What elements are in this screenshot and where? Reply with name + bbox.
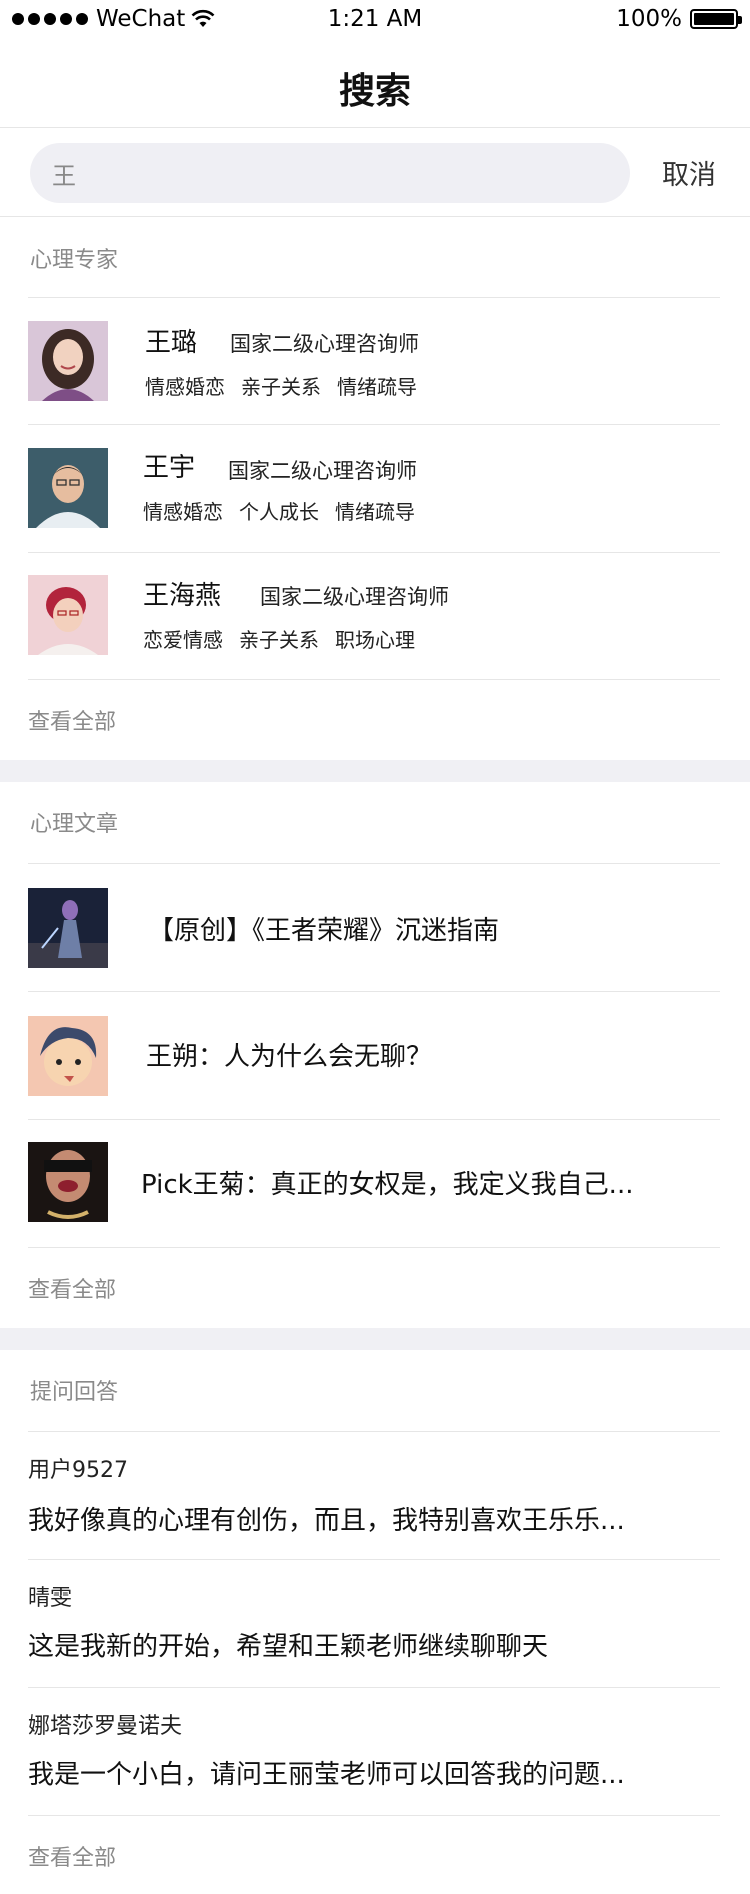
- qa-user: 娜塔莎罗曼诺夫: [28, 1714, 183, 1739]
- battery-group: 100%: [616, 6, 742, 32]
- see-all-experts-link[interactable]: 查看全部: [28, 704, 116, 736]
- see-all-articles-link[interactable]: 查看全部: [28, 1272, 116, 1304]
- divider: [28, 1247, 720, 1248]
- cancel-button[interactable]: 取消: [662, 153, 716, 192]
- qa-item[interactable]: 娜塔莎罗曼诺夫 我是一个小白，请问王丽莹老师可以回答我的问题...: [0, 1688, 750, 1815]
- expert-name: 王海燕: [143, 581, 222, 611]
- expert-title: 国家二级心理咨询师: [228, 459, 417, 483]
- section-title-articles: 心理文章: [30, 812, 119, 837]
- expert-tag: 情绪疏导: [335, 500, 415, 524]
- article-title: 王朔：人为什么会无聊？: [146, 1042, 433, 1072]
- page-title: 搜索: [338, 71, 411, 112]
- expert-tag: 亲子关系: [239, 628, 319, 652]
- search-input[interactable]: [52, 143, 612, 203]
- avatar: [28, 575, 108, 655]
- qa-item[interactable]: 晴雯 这是我新的开始，希望和王颖老师继续聊聊天: [0, 1560, 750, 1687]
- articles-section: 心理文章 【原创】《王者荣耀》沉迷指南 王朔：人为什么会无聊？ Pick王菊：真…: [0, 782, 750, 1328]
- divider: [28, 679, 720, 680]
- article-title: Pick王菊：真正的女权是，我定义我自己...: [141, 1170, 634, 1200]
- status-bar: WeChat 1:21 AM 100%: [0, 0, 750, 40]
- qa-question: 我好像真的心理有创伤，而且，我特别喜欢王乐乐...: [28, 1506, 625, 1536]
- expert-tag: 个人成长: [239, 500, 319, 524]
- qa-question: 这是我新的开始，希望和王颖老师继续聊聊天: [28, 1632, 549, 1662]
- article-item[interactable]: 【原创】《王者荣耀》沉迷指南: [0, 864, 750, 991]
- expert-tags: 恋爱情感 亲子关系 职场心理: [143, 624, 431, 653]
- expert-tag: 恋爱情感: [143, 628, 223, 652]
- expert-tags: 情感婚恋 亲子关系 情绪疏导: [145, 371, 433, 400]
- divider: [28, 1815, 720, 1816]
- article-thumbnail: [28, 1016, 108, 1096]
- expert-name: 王璐: [145, 328, 198, 358]
- battery-percent: 100%: [616, 6, 682, 32]
- expert-name: 王宇: [143, 453, 196, 483]
- expert-tag: 情绪疏导: [337, 375, 417, 399]
- expert-item[interactable]: 王海燕 国家二级心理咨询师 恋爱情感 亲子关系 职场心理: [0, 553, 750, 679]
- expert-title: 国家二级心理咨询师: [230, 332, 419, 356]
- avatar: [28, 321, 108, 401]
- qa-section: 提问回答 用户9527 我好像真的心理有创伤，而且，我特别喜欢王乐乐... 晴雯…: [0, 1350, 750, 1894]
- expert-item[interactable]: 王宇 国家二级心理咨询师 情感婚恋 个人成长 情绪疏导: [0, 425, 750, 551]
- section-title-qa: 提问回答: [30, 1380, 119, 1405]
- battery-icon: [690, 9, 742, 29]
- section-separator: [0, 1328, 750, 1350]
- article-thumbnail: [28, 1142, 108, 1222]
- expert-item[interactable]: 王璐 国家二级心理咨询师 情感婚恋 亲子关系 情绪疏导: [0, 298, 750, 424]
- see-all-qa-link[interactable]: 查看全部: [28, 1840, 116, 1872]
- expert-tags: 情感婚恋 个人成长 情绪疏导: [143, 496, 431, 525]
- qa-item[interactable]: 用户9527 我好像真的心理有创伤，而且，我特别喜欢王乐乐...: [0, 1432, 750, 1559]
- search-row: 取消: [0, 129, 750, 217]
- qa-user: 晴雯: [28, 1586, 73, 1611]
- expert-tag: 亲子关系: [241, 375, 321, 399]
- article-item[interactable]: Pick王菊：真正的女权是，我定义我自己...: [0, 1120, 750, 1247]
- section-separator: [0, 760, 750, 782]
- qa-question: 我是一个小白，请问王丽莹老师可以回答我的问题...: [28, 1760, 625, 1790]
- nav-bar: 搜索: [0, 40, 750, 128]
- experts-section: 心理专家 王璐 国家二级心理咨询师 情感婚恋 亲子关系 情绪疏导 王宇 国家二级…: [0, 218, 750, 760]
- search-box[interactable]: [30, 143, 630, 203]
- section-title-experts: 心理专家: [30, 248, 119, 273]
- avatar: [28, 448, 108, 528]
- expert-tag: 情感婚恋: [145, 375, 225, 399]
- article-item[interactable]: 王朔：人为什么会无聊？: [0, 992, 750, 1119]
- expert-tag: 职场心理: [335, 628, 415, 652]
- article-title: 【原创】《王者荣耀》沉迷指南: [148, 916, 500, 946]
- expert-title: 国家二级心理咨询师: [260, 585, 449, 609]
- qa-user: 用户9527: [28, 1458, 128, 1483]
- expert-tag: 情感婚恋: [143, 500, 223, 524]
- article-thumbnail: [28, 888, 108, 968]
